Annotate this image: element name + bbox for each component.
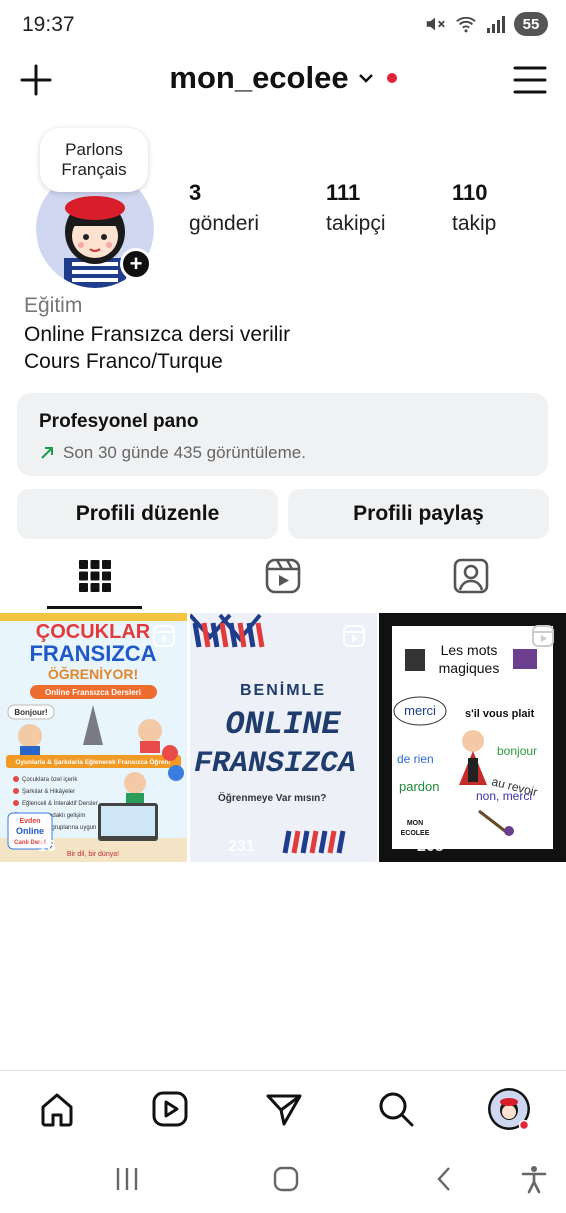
mute-icon	[426, 17, 445, 31]
note-line-2: Français	[61, 160, 127, 179]
post-3-logo-1: MON	[407, 820, 423, 827]
home-icon[interactable]	[37, 1089, 77, 1129]
post-1-title-1: ÇOCUKLAR	[36, 621, 151, 643]
grid-post-2[interactable]: BENİMLE ONLINE FRANSIZCA Öğrenmeye Var m…	[190, 613, 377, 862]
stat-following[interactable]: 110 takip	[452, 180, 496, 236]
post-3-word-6: pardon	[399, 779, 439, 794]
profile-category: Eğitim	[24, 294, 83, 317]
post-2-question: Öğrenmeye Var mısın?	[218, 791, 326, 804]
edit-profile-button[interactable]: Profili düzenle	[17, 489, 278, 539]
post-1-greeting: Bonjour!	[14, 708, 47, 717]
post-2-views-value: 231	[228, 838, 255, 855]
tab-posts-grid-icon[interactable]	[75, 556, 115, 596]
post-3-word-3: bonjour	[497, 744, 537, 758]
post-1-feature-1: Çocuklara özel içerik	[22, 777, 78, 783]
post-1-thumbnail: ÇOCUKLAR FRANSIZCA ÖĞRENİYOR! Online Fra…	[0, 613, 187, 862]
stat-following-value: 110	[452, 180, 488, 205]
post-3-reel-icon	[532, 625, 554, 647]
bottom-navigation	[0, 1070, 566, 1146]
post-3-title-1: Les mots	[441, 642, 498, 658]
trend-up-icon	[41, 447, 53, 459]
bio-line-1: Online Fransızca dersi verilir	[24, 323, 291, 346]
direct-messages-icon[interactable]	[264, 1089, 304, 1129]
dashboard-subtitle: Son 30 günde 435 görüntüleme.	[63, 443, 306, 462]
accessibility-icon[interactable]	[519, 1164, 549, 1194]
post-2-thumbnail: BENİMLE ONLINE FRANSIZCA Öğrenmeye Var m…	[190, 613, 377, 862]
add-story-icon[interactable]: +	[120, 248, 152, 280]
post-1-subtitle: Online Fransızca Dersleri	[45, 688, 141, 697]
professional-dashboard[interactable]: Profesyonel pano Son 30 günde 435 görünt…	[17, 393, 548, 476]
post-1-badge-1: Evden	[19, 818, 40, 825]
dashboard-title: Profesyonel pano	[39, 411, 199, 432]
post-3-word-2: s'il vous plait	[465, 708, 535, 720]
signal-icon	[487, 16, 505, 33]
back-button-icon[interactable]	[430, 1164, 460, 1194]
profile-top-bar: mon_ecolee	[0, 52, 566, 110]
post-3-word-1: merci	[404, 703, 436, 718]
note-line-1: Parlons	[65, 140, 123, 159]
post-1-feature-2: Şarkılar & Hikâyeler	[22, 789, 75, 795]
post-2-line-3: FRANSIZCA	[194, 747, 356, 781]
post-1-reel-icon	[153, 625, 175, 647]
share-profile-button[interactable]: Profili paylaş	[288, 489, 549, 539]
post-1-feature-3: Eğlenceli & İnteraktif Dersler	[22, 800, 98, 807]
post-3-views: 208	[389, 838, 444, 856]
post-2-reel-icon	[343, 625, 365, 647]
profile-tabs	[0, 548, 566, 610]
profile-username: mon_ecolee	[169, 60, 349, 95]
search-icon[interactable]	[376, 1089, 416, 1129]
wifi-icon	[456, 16, 476, 33]
post-1-views-value: 16	[38, 838, 56, 855]
post-2-line-1: BENİMLE	[240, 681, 326, 699]
post-3-title-2: magiques	[439, 660, 500, 676]
stat-following-label: takip	[452, 212, 497, 235]
post-1-banner: Oyunlarla & Şarkılarla Eğlenerek Fransız…	[15, 757, 170, 766]
post-1-badge-2: Online	[16, 826, 44, 836]
post-1-title-2: FRANSIZCA	[29, 641, 156, 666]
note-bubble[interactable]: Parlons Français	[40, 128, 148, 192]
bio-line-2: Cours Franco/Turque	[24, 350, 223, 373]
reels-nav-icon[interactable]	[150, 1089, 190, 1129]
tab-tagged-icon[interactable]	[451, 556, 491, 596]
home-button-icon[interactable]	[271, 1164, 301, 1194]
post-1-footer: Bir dil, bir dünya!	[67, 851, 119, 858]
battery-indicator: 55	[514, 12, 548, 36]
post-1-views: 16	[10, 838, 56, 856]
stat-followers-label: takipçi	[326, 212, 386, 235]
status-icons: 55	[424, 12, 548, 36]
stat-posts-value: 3	[189, 180, 202, 205]
post-2-views: 231	[200, 838, 255, 856]
grid-post-3[interactable]: Les mots magiques merci s'il vous plait …	[379, 613, 566, 862]
stat-followers-value: 111	[326, 180, 361, 205]
status-time: 19:37	[22, 13, 75, 36]
notification-dot	[386, 73, 397, 83]
profile-nav-avatar[interactable]	[487, 1087, 531, 1131]
stat-followers[interactable]: 111 takipçi	[326, 180, 386, 236]
chevron-down-icon	[358, 74, 373, 83]
post-3-views-value: 208	[417, 838, 444, 855]
status-bar: 19:37 55	[0, 0, 566, 50]
post-3-word-4: de rien	[397, 752, 434, 766]
stat-posts-label: gönderi	[189, 212, 260, 235]
grid-post-1[interactable]: ÇOCUKLAR FRANSIZCA ÖĞRENİYOR! Online Fra…	[0, 613, 187, 862]
hamburger-menu-icon[interactable]	[512, 64, 548, 96]
post-3-logo-2: ECOLEE	[401, 830, 430, 837]
post-2-line-2: ONLINE	[225, 706, 341, 743]
recent-apps-icon[interactable]	[112, 1164, 142, 1194]
post-3-thumbnail: Les mots magiques merci s'il vous plait …	[379, 613, 566, 862]
active-tab-indicator	[47, 606, 142, 609]
tab-reels-icon[interactable]	[263, 556, 303, 596]
post-1-title-3: ÖĞRENİYOR!	[48, 665, 138, 682]
stat-posts[interactable]: 3 gönderi	[189, 180, 259, 236]
username-switcher[interactable]: mon_ecolee	[0, 60, 566, 96]
system-navigation-bar	[0, 1146, 566, 1213]
post-3-word-7: non, merci	[476, 789, 532, 803]
